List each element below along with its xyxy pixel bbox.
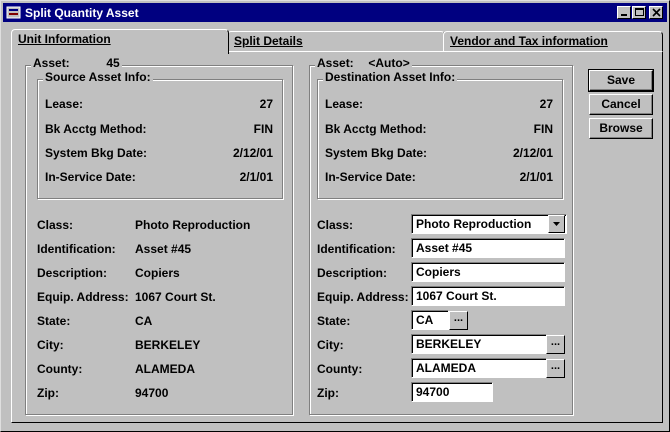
city-field[interactable]: BERKELEY [411, 334, 547, 354]
source-state-value: CA [135, 314, 153, 328]
tab-unit-information[interactable]: Unit Information [11, 29, 229, 54]
minimize-icon [621, 14, 627, 16]
save-button[interactable]: Save [588, 69, 654, 92]
destination-desc-label: Description: [317, 266, 388, 280]
source-asset-number: 45 [106, 56, 120, 70]
identification-value: Asset #45 [416, 241, 473, 255]
destination-city-label: City: [317, 338, 344, 352]
destination-method-label: Bk Acctg Method: [325, 122, 427, 136]
city-browse-button[interactable]: ... [546, 335, 565, 354]
maximize-icon [635, 8, 644, 16]
tab-split-details[interactable]: Split Details [227, 31, 445, 51]
equip-address-value: 1067 Court St. [416, 289, 497, 303]
class-dropdown-button[interactable] [548, 215, 565, 233]
minimize-button[interactable] [617, 6, 631, 19]
destination-asset-number: <Auto> [368, 56, 410, 70]
cancel-button[interactable]: Cancel [589, 94, 653, 115]
class-select-value: Photo Reproduction [416, 217, 532, 231]
source-county-label: County: [37, 362, 83, 376]
equip-address-field[interactable]: 1067 Court St. [411, 286, 565, 306]
source-addr-label: Equip. Address: [37, 290, 129, 304]
maximize-button[interactable] [632, 6, 646, 19]
destination-asset-label: Asset: <Auto> [315, 56, 412, 70]
zip-value: 94700 [416, 385, 450, 399]
destination-sysdate-label: System Bkg Date: [325, 146, 428, 160]
identification-field[interactable]: Asset #45 [411, 238, 565, 258]
zip-field[interactable]: 94700 [411, 382, 493, 402]
destination-asset-caption: Asset: [317, 56, 354, 70]
split-quantity-asset-window: Split Quantity Asset Unit Information Sp… [0, 0, 670, 432]
destination-inservice-value: 2/1/01 [519, 170, 553, 184]
source-state-label: State: [37, 314, 71, 328]
description-field[interactable]: Copiers [411, 262, 565, 282]
description-value: Copiers [416, 265, 461, 279]
source-inservice-value: 2/1/01 [239, 170, 273, 184]
browse-button[interactable]: Browse [589, 118, 653, 139]
state-browse-button[interactable]: ... [449, 311, 468, 330]
source-lease-label: Lease: [45, 97, 84, 111]
tab-vendor-tax[interactable]: Vendor and Tax information [443, 31, 663, 51]
destination-inservice-label: In-Service Date: [325, 170, 416, 184]
source-zip-label: Zip: [37, 386, 59, 400]
destination-addr-label: Equip. Address: [317, 290, 409, 304]
ellipsis-icon: ... [550, 336, 561, 348]
source-sysdate-value: 2/12/01 [232, 146, 273, 160]
source-addr-value: 1067 Court St. [135, 290, 216, 304]
city-value: BERKELEY [416, 337, 482, 351]
source-desc-label: Description: [37, 266, 108, 280]
destination-sysdate-value: 2/12/01 [512, 146, 553, 160]
ellipsis-icon: ... [453, 312, 464, 324]
title-bar[interactable]: Split Quantity Asset [3, 3, 667, 22]
source-inservice-label: In-Service Date: [45, 170, 136, 184]
destination-lease-label: Lease: [325, 97, 364, 111]
tab-label: Vendor and Tax information [450, 34, 608, 48]
source-city-value: BERKELEY [135, 338, 201, 352]
source-asset-caption: Asset: [33, 56, 70, 70]
class-select[interactable]: Photo Reproduction [411, 214, 567, 234]
source-asset-label: Asset: 45 [31, 56, 122, 70]
destination-state-label: State: [317, 314, 351, 328]
tab-label: Split Details [234, 34, 303, 48]
destination-ident-label: Identification: [317, 242, 396, 256]
source-class-label: Class: [37, 218, 74, 232]
state-value: CA [416, 313, 434, 327]
chevron-down-icon [553, 222, 560, 226]
source-city-label: City: [37, 338, 64, 352]
tab-label: Unit Information [18, 32, 111, 46]
destination-asset-info-title: Destination Asset Info: [323, 70, 458, 84]
source-zip-value: 94700 [135, 386, 169, 400]
window-title: Split Quantity Asset [25, 6, 139, 20]
county-field[interactable]: ALAMEDA [411, 358, 547, 378]
county-value: ALAMEDA [416, 361, 476, 375]
close-icon [652, 8, 661, 17]
destination-class-label: Class: [317, 218, 354, 232]
close-button[interactable] [649, 6, 663, 19]
source-method-label: Bk Acctg Method: [45, 122, 147, 136]
source-asset-info-title: Source Asset Info: [43, 70, 153, 84]
window-app-icon [6, 6, 21, 19]
source-lease-value: 27 [259, 97, 273, 111]
source-ident-label: Identification: [37, 242, 116, 256]
state-field[interactable]: CA [411, 310, 449, 330]
county-browse-button[interactable]: ... [546, 359, 565, 378]
source-county-value: ALAMEDA [135, 362, 195, 376]
destination-county-label: County: [317, 362, 363, 376]
ellipsis-icon: ... [550, 360, 561, 372]
destination-zip-label: Zip: [317, 386, 339, 400]
source-ident-value: Asset #45 [135, 242, 192, 256]
destination-lease-value: 27 [539, 97, 553, 111]
source-class-value: Photo Reproduction [135, 218, 251, 232]
source-sysdate-label: System Bkg Date: [45, 146, 148, 160]
destination-method-value: FIN [533, 122, 553, 136]
source-desc-value: Copiers [135, 266, 180, 280]
source-method-value: FIN [253, 122, 273, 136]
